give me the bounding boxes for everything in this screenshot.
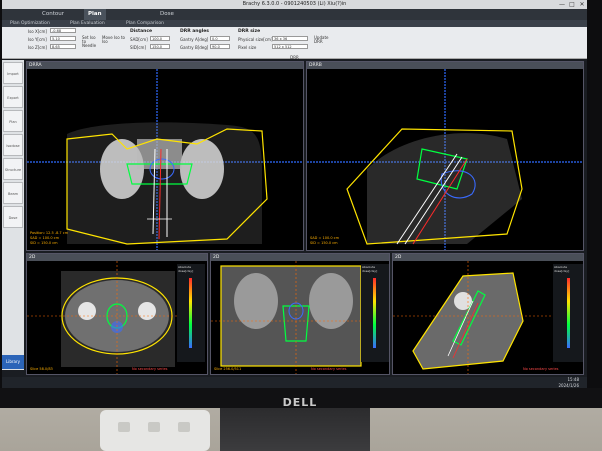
tab-dose[interactable]: Dose xyxy=(156,9,178,20)
import-plan-button[interactable]: Import Plan xyxy=(3,62,23,84)
left-ilium xyxy=(234,273,278,329)
dose-color-bar xyxy=(189,278,192,348)
drr-b-info-line: SID = 150.0 cm xyxy=(310,241,338,245)
drr-b-info-line: SAD = 100.0 cm xyxy=(310,236,339,240)
dose-panel-title: Absolute dose[cGy] xyxy=(554,265,570,273)
left-tool-panel: Import Plan Export Plan Report Isodose S… xyxy=(2,60,24,370)
drr-a-viewport[interactable]: DRRA Position: 12.5 -8.7 cm SAD = 100.0 … xyxy=(26,61,304,251)
beam-button[interactable]: Beam xyxy=(3,182,23,204)
isodose-button[interactable]: Isodose xyxy=(3,134,23,156)
gantry-b-input[interactable]: 90.0 xyxy=(210,44,230,49)
left-femur xyxy=(78,302,96,320)
library-button[interactable]: Library xyxy=(2,355,24,369)
sagittal-dose-panel: Absolute dose[cGy] xyxy=(553,264,583,362)
window-title-bar: Brachy 6.3.0.0 - 0901240503 (Li) Xiu(?)i… xyxy=(2,0,587,9)
right-ilium xyxy=(309,273,353,329)
drr-a-info-line: SID = 150.0 cm xyxy=(30,241,58,245)
coronal-secondary-label: No secondary series xyxy=(311,367,347,371)
axial-dose-panel: Absolute dose[cGy] xyxy=(177,264,205,362)
taskbar: 15:48 2024/1/26 xyxy=(2,377,587,388)
sagittal-header: 2D xyxy=(393,254,583,261)
drr-b-header: DRRB xyxy=(307,62,583,69)
iso-y-input[interactable]: 5.10 xyxy=(50,36,76,41)
module-tab-bar: Contour Plan Dose xyxy=(2,9,587,20)
axial-header: 2D xyxy=(27,254,207,261)
drr-b-viewport[interactable]: DRRB SAD = 100.0 cm SID = 150.0 cm xyxy=(306,61,584,251)
drr-a-info-line: SAD = 100.0 cm xyxy=(30,236,59,240)
dose-color-bar xyxy=(567,278,570,348)
iso-x-input[interactable]: -0.68 xyxy=(50,28,76,33)
sagittal-secondary-label: No secondary series xyxy=(523,367,559,371)
structure-button[interactable]: Structure xyxy=(3,158,23,180)
drr-angles-group-title: DRR angles xyxy=(180,29,209,34)
tab-contour[interactable]: Contour xyxy=(38,9,68,20)
drr-a-header: DRRA xyxy=(27,62,303,69)
coronal-viewport[interactable]: 2D Absolute dose[cGy] Slice 256.0/511 No… xyxy=(210,253,390,375)
sad-input[interactable]: 100.0 xyxy=(150,36,170,41)
update-drr-button[interactable]: Update DRR xyxy=(314,36,329,44)
close-button[interactable]: ✕ xyxy=(578,1,586,8)
screen: Brachy 6.3.0.0 - 0901240503 (Li) Xiu(?)i… xyxy=(2,0,587,388)
sid-label: SID[cm] xyxy=(130,45,147,50)
plan-subtab-bar: Plan Optimization Plan Evaluation Plan C… xyxy=(2,20,587,27)
right-femoral-head xyxy=(180,139,224,199)
drr-a-image xyxy=(27,69,303,250)
drr-section-label: DRR xyxy=(290,55,299,60)
dose-color-bar xyxy=(373,278,376,348)
tab-plan-evaluation[interactable]: Plan Evaluation xyxy=(70,20,105,27)
socket-icon xyxy=(118,422,130,432)
iso-z-label: Iso Z[cm] xyxy=(28,45,47,50)
gantry-a-input[interactable]: 0.0 xyxy=(210,36,230,41)
monitor-stand xyxy=(220,404,370,451)
power-strip xyxy=(100,410,210,451)
taskbar-clock[interactable]: 15:48 2024/1/26 xyxy=(558,377,579,388)
physical-size-select[interactable]: 36 x 36 xyxy=(272,36,308,41)
axial-slice-label: Slice 58.0/83 xyxy=(30,367,53,371)
set-iso-button[interactable]: Set Iso to Needle xyxy=(82,36,100,48)
dose-panel-title: Absolute dose[cGy] xyxy=(362,265,378,273)
clock-date: 2024/1/26 xyxy=(558,382,579,388)
tab-plan[interactable]: Plan xyxy=(84,9,106,20)
pixel-size-label: Pixel size xyxy=(238,45,257,50)
sad-label: SAD[cm] xyxy=(130,37,148,42)
minimize-button[interactable]: — xyxy=(558,1,566,8)
iso-y-label: Iso Y[cm] xyxy=(28,37,47,42)
gantry-a-label: Gantry A[deg] xyxy=(180,37,209,42)
tab-plan-optimization[interactable]: Plan Optimization xyxy=(10,20,50,27)
window-title: Brachy 6.3.0.0 - 0901240503 (Li) Xiu(?)i… xyxy=(242,1,347,7)
tab-plan-comparison[interactable]: Plan Comparison xyxy=(126,20,164,27)
socket-icon xyxy=(148,422,160,432)
coronal-dose-panel: Absolute dose[cGy] xyxy=(361,264,389,362)
move-iso-button[interactable]: Move Iso to Iso xyxy=(102,36,128,44)
coronal-header: 2D xyxy=(211,254,389,261)
distance-group-title: Distance xyxy=(130,29,153,34)
physical-size-label: Physical size[cm] xyxy=(238,37,273,42)
dose-panel-title: Absolute dose[cGy] xyxy=(178,265,194,273)
drr-b-image xyxy=(307,69,583,250)
axial-secondary-label: No secondary series xyxy=(132,367,168,371)
plan-report-button[interactable]: Plan Report xyxy=(3,110,23,132)
iso-z-input[interactable]: 8.65 xyxy=(50,44,76,49)
drr-a-info-line: Position: 12.5 -8.7 cm xyxy=(30,231,69,235)
iso-x-label: Iso X[cm] xyxy=(28,29,47,34)
axial-viewport[interactable]: 2D Absolute dose[cGy] Slice 58.0/83 No s… xyxy=(26,253,208,375)
pelvis-lateral-shadow xyxy=(367,133,522,244)
gantry-b-label: Gantry B[deg] xyxy=(180,45,209,50)
sagittal-viewport[interactable]: 2D Absolute dose[cGy] No secondary serie… xyxy=(392,253,584,375)
dell-logo: DELL xyxy=(282,396,318,409)
right-femur xyxy=(138,302,156,320)
drr-size-group-title: DRR size xyxy=(238,29,261,34)
maximize-button[interactable]: □ xyxy=(568,1,576,8)
export-button[interactable]: Export xyxy=(3,86,23,108)
socket-icon xyxy=(178,422,190,432)
sid-input[interactable]: 150.0 xyxy=(150,44,170,49)
pixel-size-select[interactable]: 512 x 512 xyxy=(272,44,308,49)
dose-button[interactable]: Dose xyxy=(3,206,23,228)
coronal-slice-label: Slice 256.0/511 xyxy=(214,367,242,371)
